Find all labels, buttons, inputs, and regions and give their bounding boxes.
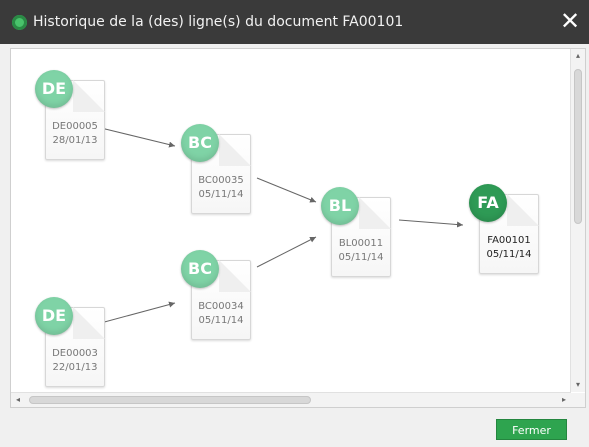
scroll-down-icon[interactable]: ▾: [571, 378, 585, 392]
scroll-corner: [571, 393, 585, 407]
window-title: Historique de la (des) ligne(s) du docum…: [33, 14, 404, 30]
document-date: 28/01/13: [52, 135, 98, 146]
badge-bc: BC: [181, 124, 219, 162]
badge-bl: BL: [321, 187, 359, 225]
vertical-scroll-thumb[interactable]: [574, 69, 582, 224]
document-date: 22/01/13: [52, 362, 98, 373]
close-icon[interactable]: ✕: [559, 9, 581, 33]
document-node-de00003[interactable]: DE DE00003 22/01/13: [35, 297, 105, 387]
history-canvas-frame: DE DE00005 28/01/13 BC BC00035 05/11/14 …: [10, 48, 586, 408]
document-code: BL00011: [338, 238, 384, 249]
link-bc00035-bl00011: [256, 177, 317, 203]
title-bar: Historique de la (des) ligne(s) du docum…: [0, 0, 589, 44]
document-node-bl00011[interactable]: BL BL00011 05/11/14: [321, 187, 391, 277]
document-code: FA00101: [487, 235, 531, 246]
horizontal-scroll-thumb[interactable]: [29, 396, 311, 404]
document-node-fa00101[interactable]: FA FA00101 05/11/14: [469, 184, 539, 274]
badge-bc: BC: [181, 250, 219, 288]
document-date: 05/11/14: [198, 189, 244, 200]
link-bl00011-fa00101: [398, 219, 464, 228]
history-window: Historique de la (des) ligne(s) du docum…: [0, 0, 589, 447]
badge-de: DE: [35, 70, 73, 108]
document-node-bc00035[interactable]: BC BC00035 05/11/14: [181, 124, 251, 214]
scroll-up-icon[interactable]: ▴: [571, 49, 585, 63]
badge-fa: FA: [469, 184, 507, 222]
close-button[interactable]: Fermer: [496, 419, 567, 440]
horizontal-scrollbar[interactable]: ◂ ▸: [11, 392, 571, 407]
document-node-bc00034[interactable]: BC BC00034 05/11/14: [181, 250, 251, 340]
history-canvas: DE DE00005 28/01/13 BC BC00035 05/11/14 …: [11, 49, 571, 392]
document-date: 05/11/14: [198, 315, 244, 326]
document-code: DE00005: [52, 121, 98, 132]
scroll-left-icon[interactable]: ◂: [11, 393, 25, 407]
app-icon: [12, 15, 27, 30]
document-date: 05/11/14: [338, 252, 384, 263]
document-node-de00005[interactable]: DE DE00005 28/01/13: [35, 70, 105, 160]
scroll-right-icon[interactable]: ▸: [557, 393, 571, 407]
vertical-scrollbar[interactable]: ▴ ▾: [570, 49, 585, 392]
link-de00005-bc00035: [96, 126, 176, 148]
document-code: BC00035: [198, 175, 244, 186]
link-de00003-bc00034: [96, 301, 176, 325]
link-bc00034-bl00011: [256, 236, 317, 268]
document-code: BC00034: [198, 301, 244, 312]
document-date: 05/11/14: [486, 249, 532, 260]
document-code: DE00003: [52, 348, 98, 359]
badge-de: DE: [35, 297, 73, 335]
